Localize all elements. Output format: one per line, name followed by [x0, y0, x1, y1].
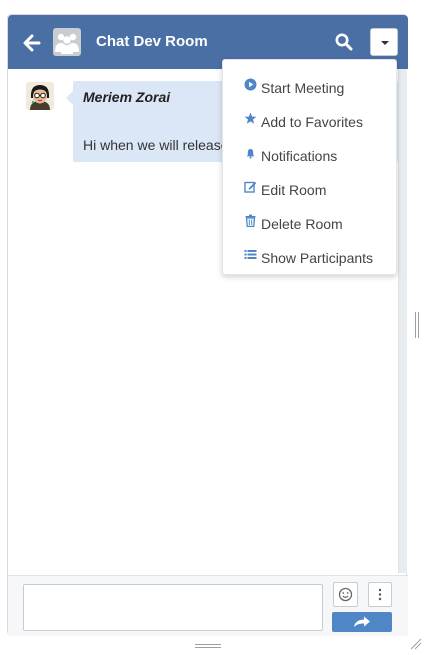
menu-item-show-participants[interactable]: Show Participants: [223, 236, 396, 270]
bottom-resize-handle[interactable]: [195, 643, 221, 649]
emoji-button[interactable]: [333, 582, 358, 607]
sender-avatar: [26, 82, 54, 110]
message-list-scrollbar[interactable]: [398, 69, 407, 573]
composer: [8, 575, 408, 636]
menu-item-delete-room[interactable]: Delete Room: [223, 202, 396, 236]
room-menu-dropdown-button[interactable]: [370, 28, 398, 56]
list-icon: [244, 248, 257, 261]
edit-icon: [244, 180, 257, 193]
room-group-avatar: [53, 28, 81, 56]
menu-item-label: Edit Room: [261, 182, 327, 198]
side-resize-handle[interactable]: [414, 312, 420, 338]
room-title: Chat Dev Room: [96, 33, 208, 50]
menu-item-label: Start Meeting: [261, 80, 345, 96]
send-button[interactable]: [332, 612, 392, 632]
menu-item-label: Show Participants: [261, 250, 374, 266]
message-text: Hi when we will release: [83, 137, 229, 153]
more-options-button[interactable]: [368, 582, 392, 607]
menu-item-label: Delete Room: [261, 216, 343, 232]
play-circle-icon: [244, 78, 257, 91]
search-icon[interactable]: [334, 32, 354, 52]
message-sender-name: Meriem Zorai: [83, 89, 171, 105]
message-input[interactable]: [23, 584, 323, 631]
share-arrow-icon: [354, 616, 370, 627]
menu-item-edit-room[interactable]: Edit Room: [223, 168, 396, 202]
trash-icon: [244, 214, 257, 228]
corner-resize-grip-icon[interactable]: [409, 637, 423, 650]
menu-item-notifications[interactable]: Notifications: [223, 134, 396, 168]
menu-item-label: Add to Favorites: [261, 114, 363, 130]
smiley-icon: [338, 587, 353, 602]
back-arrow-icon[interactable]: [21, 32, 43, 54]
vertical-ellipsis-icon: [378, 588, 382, 601]
room-actions-menu: Start Meeting Add to Favorites Notificat…: [222, 59, 397, 275]
bell-icon: [244, 146, 257, 159]
menu-item-start-meeting[interactable]: Start Meeting: [223, 66, 396, 100]
star-icon: [244, 112, 257, 125]
caret-down-icon: [381, 41, 389, 45]
menu-item-label: Notifications: [261, 148, 338, 164]
menu-item-add-to-favorites[interactable]: Add to Favorites: [223, 100, 396, 134]
